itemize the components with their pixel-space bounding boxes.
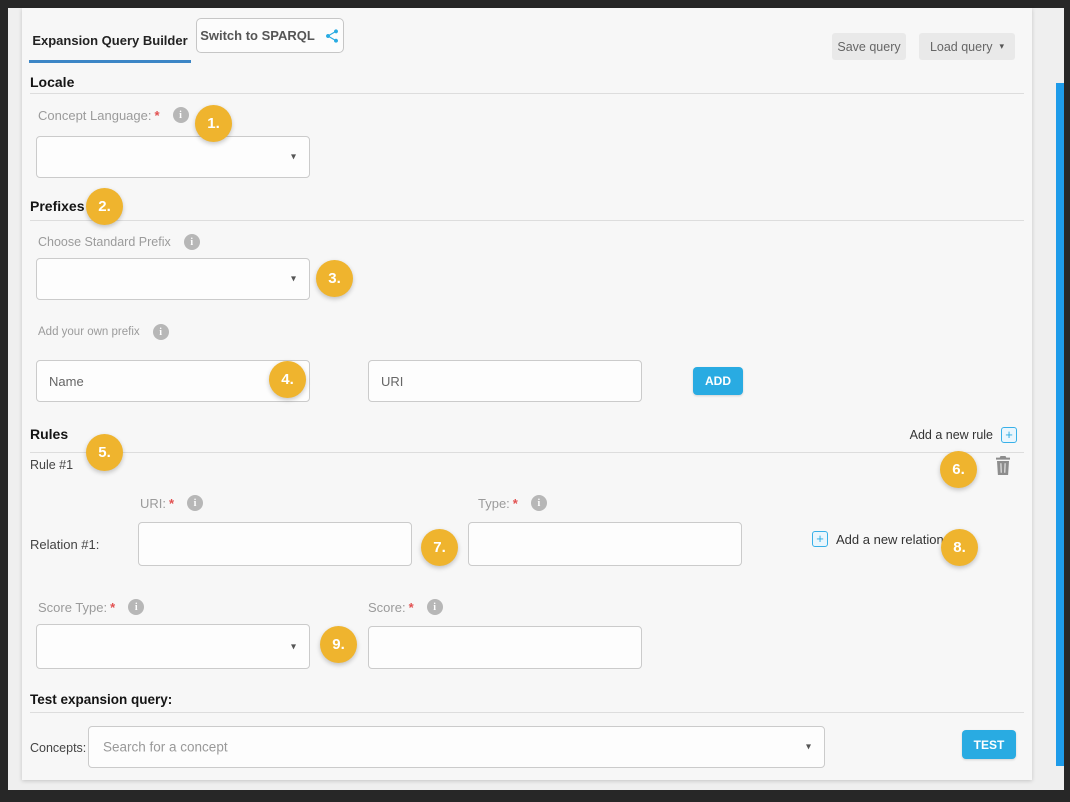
add-new-relation-button[interactable]: + Add a new relation [812,531,944,547]
concept-language-select[interactable]: ▾ [36,136,310,178]
relation-type-label: Type: [478,496,510,511]
trash-icon [995,456,1011,475]
required-marker: * [513,496,518,511]
required-marker: * [409,600,414,615]
prefix-uri-input[interactable] [368,360,642,402]
switch-to-sparql-label: Switch to SPARQL [200,28,315,43]
annotation-badge-4: 4. [269,361,306,398]
concept-language-label-row: Concept Language: * i [38,107,189,123]
chevron-down-icon: ▾ [291,274,296,285]
annotation-badge-1: 1. [195,105,232,142]
info-icon[interactable]: i [427,599,443,615]
share-icon [324,28,340,44]
own-prefix-label-row: Add your own prefix i [38,324,169,340]
own-prefix-label: Add your own prefix [38,326,140,338]
test-button[interactable]: TEST [962,730,1016,759]
score-label-row: Score: * i [368,599,443,615]
plus-icon: + [1001,427,1017,443]
info-icon[interactable]: i [184,234,200,250]
chevron-down-icon: ▾ [806,742,811,753]
required-marker: * [110,600,115,615]
load-query-label: Load query [930,40,993,54]
load-query-button[interactable]: Load query ▾ [919,33,1015,60]
switch-to-sparql-button[interactable]: Switch to SPARQL [196,18,344,53]
test-query-divider [30,712,1024,713]
score-type-select[interactable]: ▾ [36,624,310,669]
info-icon[interactable]: i [128,599,144,615]
annotation-badge-2: 2. [86,188,123,225]
save-query-label: Save query [837,40,900,54]
tab-label: Expansion Query Builder [32,33,187,48]
standard-prefix-label: Choose Standard Prefix [38,235,171,249]
add-prefix-button[interactable]: ADD [693,367,743,395]
required-marker: * [169,496,174,511]
info-icon[interactable]: i [153,324,169,340]
annotation-badge-5: 5. [86,434,123,471]
relation-type-label-row: Type: * i [478,495,547,511]
page-background: Expansion Query Builder Switch to SPARQL… [8,8,1064,790]
add-new-relation-label: Add a new relation [836,532,944,547]
concept-search-placeholder: Search for a concept [103,740,228,755]
concepts-label: Concepts: [30,741,86,755]
relation-uri-label-row: URI: * i [140,495,203,511]
locale-divider [30,93,1024,94]
concept-language-label: Concept Language: [38,108,151,123]
plus-icon: + [812,531,828,547]
score-input[interactable] [368,626,642,669]
standard-prefix-label-row: Choose Standard Prefix i [38,234,200,250]
tab-expansion-query-builder[interactable]: Expansion Query Builder [29,18,191,63]
rules-heading: Rules [30,426,68,442]
relation-uri-input[interactable] [138,522,412,566]
locale-heading: Locale [30,74,74,90]
required-marker: * [154,108,159,123]
caret-down-icon: ▾ [1000,41,1005,52]
standard-prefix-select[interactable]: ▾ [36,258,310,300]
rule-title: Rule #1 [30,458,73,472]
info-icon[interactable]: i [173,107,189,123]
screen-frame: Expansion Query Builder Switch to SPARQL… [0,0,1070,802]
annotation-badge-8: 8. [941,529,978,566]
test-query-heading: Test expansion query: [30,692,172,707]
info-icon[interactable]: i [531,495,547,511]
score-label: Score: [368,600,406,615]
info-icon[interactable]: i [187,495,203,511]
chevron-down-icon: ▾ [291,641,296,652]
relation-number-label: Relation #1: [30,537,99,552]
rules-divider [30,452,1024,453]
score-type-label-row: Score Type: * i [38,599,144,615]
annotation-badge-9: 9. [320,626,357,663]
active-tab-underline [29,60,191,63]
concept-search-select[interactable]: Search for a concept ▾ [88,726,825,768]
query-builder-panel: Expansion Query Builder Switch to SPARQL… [22,8,1032,780]
score-type-label: Score Type: [38,600,107,615]
annotation-badge-7: 7. [421,529,458,566]
relation-uri-label: URI: [140,496,166,511]
relation-type-input[interactable] [468,522,742,566]
add-new-rule-button[interactable]: Add a new rule + [910,427,1017,443]
prefixes-divider [30,220,1024,221]
save-query-button[interactable]: Save query [832,33,906,60]
add-new-rule-label: Add a new rule [910,428,993,442]
annotation-badge-6: 6. [940,451,977,488]
scrollbar-thumb[interactable] [1056,83,1064,766]
prefixes-heading: Prefixes [30,198,84,214]
delete-rule-button[interactable] [993,456,1013,478]
chevron-down-icon: ▾ [291,152,296,163]
annotation-badge-3: 3. [316,260,353,297]
